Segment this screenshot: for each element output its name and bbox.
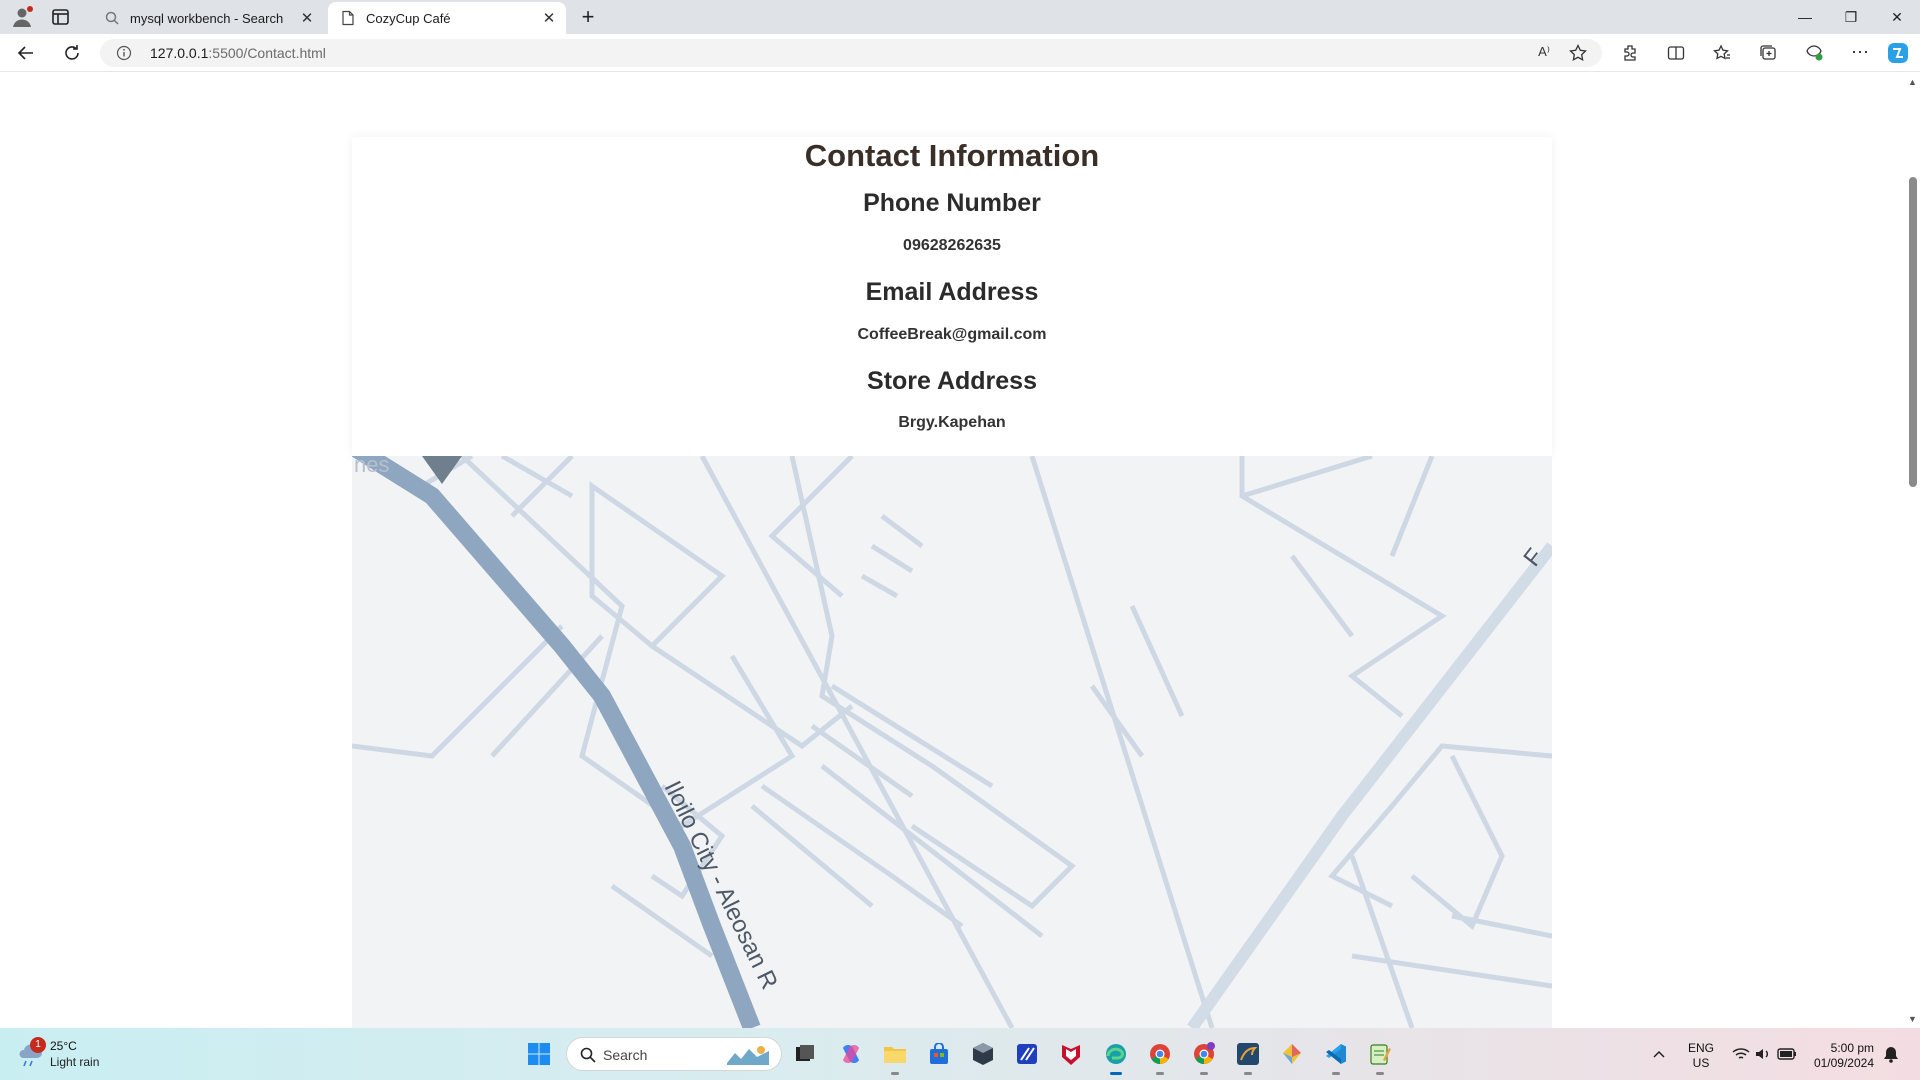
tab-title: mysql workbench - Search (130, 10, 284, 26)
favorites-icon[interactable] (1712, 43, 1732, 63)
search-icon (580, 1047, 596, 1063)
chrome-icon[interactable] (1145, 1039, 1175, 1075)
page-viewport: Contact Information Phone Number 0962826… (0, 73, 1904, 1028)
collections-icon[interactable] (1758, 43, 1778, 63)
read-aloud-icon[interactable]: A⁾ (1538, 44, 1550, 60)
clock-time: 5:00 pm (1830, 1041, 1874, 1055)
region-code: US (1692, 1056, 1710, 1070)
windows-start-icon[interactable] (527, 1042, 551, 1066)
tab-title: CozyCup Café (366, 10, 451, 26)
restore-button[interactable]: ❐ (1828, 0, 1874, 34)
search-icon (105, 11, 119, 25)
close-icon[interactable]: ✕ (538, 7, 560, 29)
vscode-icon[interactable] (1321, 1039, 1351, 1075)
taskbar: 1 25°C Light rain Search ENG US 5:00 pm … (0, 1028, 1920, 1080)
clock-date: 01/09/2024 (1813, 1056, 1874, 1070)
scroll-down-icon[interactable]: ▼ (1908, 1014, 1917, 1024)
extensions-icon[interactable] (1620, 43, 1640, 63)
tab-cozycup-cafe[interactable]: CozyCup Café ✕ (328, 2, 566, 34)
map-corner-label: nes (354, 456, 389, 477)
favorite-star-icon[interactable] (1568, 43, 1588, 63)
notification-badge: 1 (30, 1037, 46, 1053)
edge-browser-icon[interactable] (1101, 1039, 1131, 1075)
mcafee-icon[interactable] (1056, 1039, 1086, 1069)
wifi-icon[interactable] (1730, 1039, 1752, 1069)
profile-icon[interactable] (10, 5, 34, 29)
new-tab-button[interactable]: + (576, 6, 600, 30)
chevron-up-icon[interactable] (1649, 1039, 1669, 1069)
system-clock[interactable]: 5:00 pm 01/09/2024 (1800, 1041, 1874, 1071)
url-path: :5500/Contact.html (208, 45, 326, 61)
scroll-up-icon[interactable]: ▲ (1908, 77, 1917, 87)
battery-icon[interactable] (1776, 1039, 1798, 1069)
weather-condition: Light rain (50, 1055, 100, 1069)
scrollbar-thumb[interactable] (1909, 177, 1917, 487)
task-view-icon[interactable] (790, 1039, 820, 1069)
search-highlight-icon (727, 1046, 769, 1065)
lang-code: ENG (1688, 1041, 1715, 1055)
embedded-map[interactable]: Iloilo City - Aleosan R nes F (352, 456, 1552, 1028)
contact-card: Contact Information Phone Number 0962826… (352, 137, 1552, 456)
taskbar-search-placeholder: Search (603, 1047, 648, 1063)
address-value: Brgy.Kapehan (898, 414, 1006, 431)
phone-value: 09628262635 (903, 237, 1001, 254)
email-value: CoffeeBreak@gmail.com (857, 326, 1047, 343)
map-canvas[interactable]: Iloilo City - Aleosan R nes F (352, 456, 1552, 1028)
close-icon[interactable]: ✕ (296, 7, 318, 29)
split-screen-icon[interactable] (1666, 43, 1686, 63)
page-scrollbar[interactable]: ▲ ▼ (1904, 73, 1920, 1028)
refresh-button[interactable] (60, 41, 84, 65)
editor-app-icon[interactable] (1012, 1039, 1042, 1069)
page-icon (342, 10, 354, 26)
paint-app-icon[interactable] (1277, 1039, 1307, 1069)
tab-mysql-search[interactable]: mysql workbench - Search ✕ (92, 2, 324, 34)
copilot-icon[interactable] (1886, 41, 1910, 65)
tab-actions-icon[interactable] (50, 7, 72, 27)
mysql-workbench-icon[interactable] (1233, 1039, 1263, 1075)
address-heading: Store Address (867, 367, 1037, 395)
minimize-button[interactable]: — (1782, 0, 1828, 34)
cube-app-icon[interactable] (968, 1039, 998, 1069)
copilot-app-icon[interactable] (836, 1039, 866, 1069)
address-bar[interactable]: 127.0.0.1:5500/Contact.html A⁾ (100, 39, 1602, 67)
weather-temperature: 25°C (50, 1039, 77, 1053)
window-controls: — ❐ ✕ (1782, 0, 1920, 34)
info-icon[interactable] (116, 45, 132, 61)
more-options-icon[interactable]: ⋯ (1850, 43, 1870, 63)
page-title: Contact Information (804, 138, 1100, 173)
input-language[interactable]: ENG US (1688, 1041, 1714, 1071)
notification-bell-icon[interactable] (1880, 1039, 1902, 1069)
url-host: 127.0.0.1 (150, 45, 209, 61)
url-text[interactable]: 127.0.0.1:5500/Contact.html (150, 45, 326, 61)
notepad-app-icon[interactable] (1365, 1039, 1395, 1075)
phone-heading: Phone Number (863, 189, 1041, 217)
refresh-icon (65, 45, 79, 60)
microsoft-store-icon[interactable] (924, 1039, 954, 1069)
file-explorer-icon[interactable] (880, 1039, 910, 1075)
navigation-bar: 127.0.0.1:5500/Contact.html A⁾ ⋯ (0, 34, 1920, 72)
email-heading: Email Address (865, 278, 1039, 306)
close-window-button[interactable]: ✕ (1874, 0, 1920, 34)
arrow-left-icon (17, 46, 33, 60)
volume-icon[interactable] (1752, 1039, 1774, 1069)
browser-essentials-icon[interactable] (1804, 43, 1824, 63)
weather-widget[interactable]: 1 25°C Light rain (16, 1037, 126, 1071)
taskbar-search-box[interactable]: Search (566, 1037, 782, 1071)
tab-bar: mysql workbench - Search ✕ CozyCup Café … (0, 0, 1920, 34)
chrome-profile-icon[interactable] (1189, 1039, 1219, 1075)
back-button[interactable] (14, 41, 38, 65)
